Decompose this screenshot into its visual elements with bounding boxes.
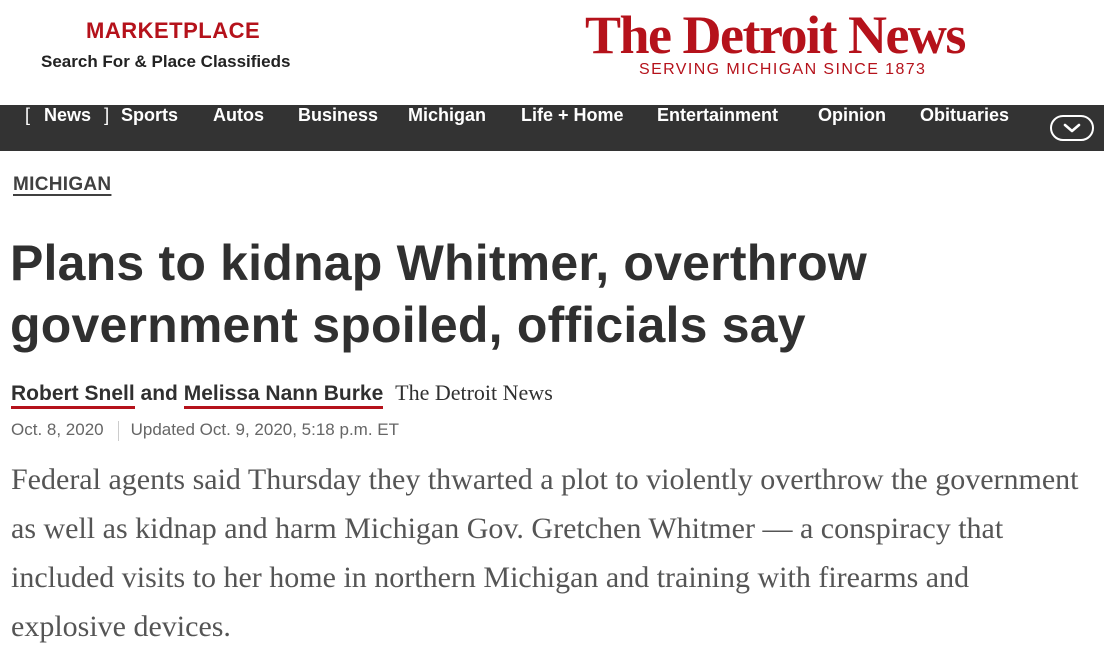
nav-active-bracket-close: ] [104, 105, 110, 125]
site-tagline: SERVING MICHIGAN SINCE 1873 [639, 61, 927, 78]
main-nav: [ News ] Sports Autos Business Michigan … [0, 105, 1104, 151]
chevron-down-icon [1063, 123, 1081, 133]
byline: Robert Snell and Melissa Nann Burke The … [11, 380, 553, 409]
nav-active-bracket-open: [ [25, 105, 31, 125]
marketplace-link[interactable]: MARKETPLACE [86, 18, 260, 44]
section-link[interactable]: MICHIGAN [13, 174, 111, 196]
nav-item-label: News [44, 105, 92, 125]
nav-item-opinion[interactable]: Opinion [818, 105, 886, 151]
article-headline: Plans to kidnap Whitmer, overthrow gover… [10, 235, 867, 353]
nav-item-life-home[interactable]: Life + Home [521, 105, 624, 151]
article-dates: Oct. 8, 2020 Updated Oct. 9, 2020, 5:18 p… [11, 420, 399, 441]
published-date: Oct. 8, 2020 [11, 420, 104, 439]
updated-date: Updated Oct. 9, 2020, 5:18 p.m. ET [130, 420, 399, 439]
site-header: MARKETPLACE Search For & Place Classifie… [0, 0, 1104, 105]
nav-item-obituaries[interactable]: Obituaries [920, 105, 1009, 151]
site-logo[interactable]: The Detroit News [585, 4, 966, 66]
author-joiner: and [140, 382, 178, 405]
nav-more-button[interactable] [1050, 115, 1094, 141]
nav-item-news[interactable]: [ News ] [25, 105, 109, 151]
article-body: Federal agents said Thursday they thwart… [11, 463, 1079, 643]
marketplace-subtitle[interactable]: Search For & Place Classifieds [41, 52, 290, 72]
author-link[interactable]: Melissa Nann Burke [183, 382, 384, 409]
nav-item-business[interactable]: Business [298, 105, 378, 151]
publication-name: The Detroit News [395, 380, 553, 405]
nav-item-entertainment[interactable]: Entertainment [657, 105, 778, 151]
date-divider [117, 420, 119, 441]
nav-item-sports[interactable]: Sports [121, 105, 178, 151]
nav-item-autos[interactable]: Autos [213, 105, 264, 151]
author-link[interactable]: Robert Snell [11, 382, 135, 409]
nav-item-michigan[interactable]: Michigan [408, 105, 486, 151]
